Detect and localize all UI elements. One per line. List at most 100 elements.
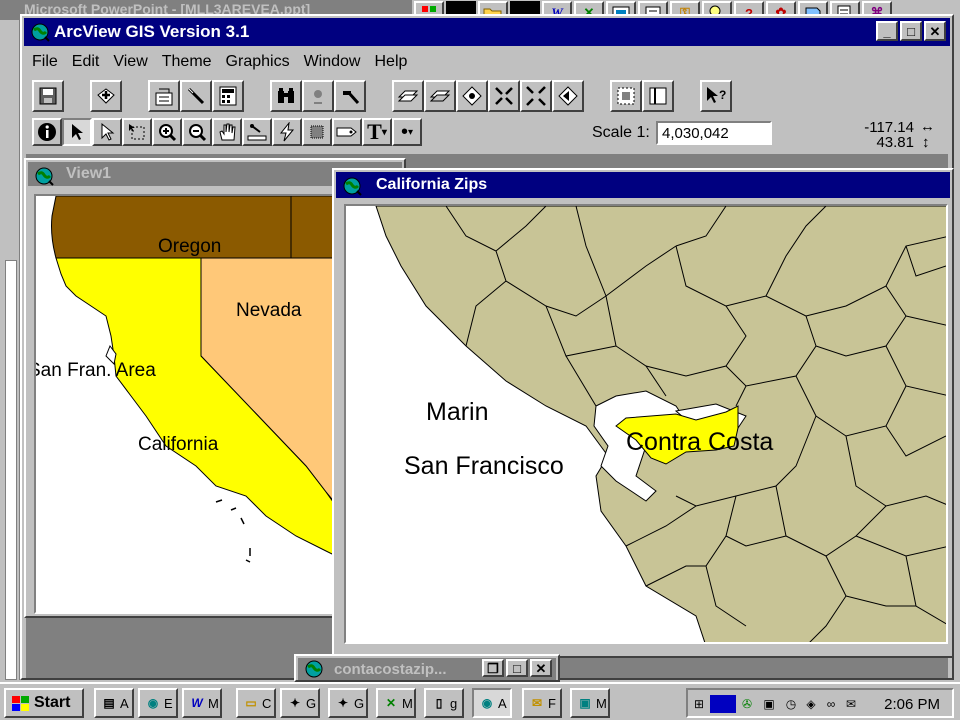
minimize-button[interactable]: _ [876, 21, 898, 41]
maximize-button[interactable]: □ [506, 659, 528, 677]
select-all-button[interactable] [392, 80, 424, 112]
locate-address-button[interactable] [302, 80, 334, 112]
western-states-map [51, 196, 342, 563]
system-tray: ⊞ ✇ ▣ ◷ ◈ ∞ ✉ 2:06 PM [686, 688, 954, 718]
close-button[interactable]: ✕ [924, 21, 946, 41]
taskbar-button-1[interactable]: ▤ A [94, 688, 134, 718]
notepad-icon: ▤ [103, 696, 115, 710]
program-icon: ✦ [289, 696, 301, 710]
display-icon[interactable] [710, 695, 736, 713]
california-zips-title-text: California Zips [376, 176, 488, 193]
link-icon[interactable]: ∞ [822, 695, 840, 713]
vertical-arrows-icon: ↕ [922, 134, 930, 151]
menu-file[interactable]: File [26, 53, 66, 71]
context-help-button[interactable]: ? [700, 80, 732, 112]
edit-legend-button[interactable] [180, 80, 212, 112]
speaker-icon[interactable]: ◈ [802, 695, 820, 713]
envelope-icon[interactable]: ✉ [842, 695, 860, 713]
taskbar-button-4[interactable]: ▭ C [236, 688, 276, 718]
create-layout-button[interactable] [610, 80, 642, 112]
layers-clear-icon [429, 90, 451, 102]
menu-graphics[interactable]: Graphics [220, 53, 298, 71]
pointer-tool[interactable] [62, 118, 92, 146]
select-feature-tool[interactable] [122, 118, 152, 146]
sf-area-label: San Fran. Area [34, 360, 156, 381]
y-coordinate-readout: 43.81 [876, 134, 914, 151]
restore-button[interactable]: ❐ [482, 659, 504, 677]
hotlink-tool[interactable] [272, 118, 302, 146]
taskbar-button-9-active[interactable]: ◉ A [472, 688, 512, 718]
scale-input[interactable] [656, 121, 772, 145]
label-tool[interactable] [332, 118, 362, 146]
taskbar-button-5[interactable]: ✦ G [280, 688, 320, 718]
excel-icon: ✕ [385, 696, 397, 710]
area-of-interest-tool[interactable] [302, 118, 332, 146]
arcview-titlebar[interactable]: ArcView GIS Version 3.1 _ □ ✕ [24, 18, 950, 46]
identify-tool[interactable] [32, 118, 62, 146]
select-none-button[interactable] [424, 80, 456, 112]
vertical-ruler [5, 260, 17, 680]
scale-label: Scale 1: [592, 124, 650, 141]
california-label: California [138, 434, 219, 455]
select-box-icon [129, 124, 145, 140]
zoom-out-button[interactable] [520, 80, 552, 112]
help-cursor-icon: ? [707, 87, 726, 103]
save-project-button[interactable] [32, 80, 64, 112]
view1-title-text: View1 [66, 165, 112, 182]
theme-properties-button[interactable] [148, 80, 180, 112]
marin-label: Marin [426, 398, 489, 426]
scheduler-icon[interactable]: ✇ [738, 695, 756, 713]
start-button[interactable]: Start [4, 688, 84, 718]
zoom-in-button[interactable] [488, 80, 520, 112]
dropdown-arrow-icon: ▾ [381, 126, 387, 138]
clock-tray-icon[interactable]: ◷ [782, 695, 800, 713]
california-zips-titlebar[interactable]: California Zips [336, 172, 950, 198]
dropdown-arrow-icon: ▾ [407, 126, 414, 138]
california-zips-map-display[interactable]: Marin San Francisco Contra Costa [344, 204, 948, 644]
taskbar-button-8[interactable]: ▯ g [424, 688, 464, 718]
taskbar-button-6[interactable]: ✦ G [328, 688, 368, 718]
taskbar-button-2[interactable]: ◉ E [138, 688, 178, 718]
clock: 2:06 PM [884, 696, 940, 713]
back-arrow-icon [558, 86, 578, 106]
info-icon [38, 123, 56, 141]
taskbar-button-11[interactable]: ▣ M [570, 688, 610, 718]
pan-tool[interactable] [212, 118, 242, 146]
zoom-previous-button[interactable] [552, 80, 584, 112]
menu-window[interactable]: Window [298, 53, 369, 71]
close-button[interactable]: ✕ [530, 659, 552, 677]
measure-icon [247, 124, 267, 141]
program-icon: ✦ [337, 696, 349, 710]
menu-view[interactable]: View [107, 53, 155, 71]
menu-help[interactable]: Help [368, 53, 415, 71]
zoom-to-selected-button[interactable] [456, 80, 488, 112]
zoom-out-tool[interactable] [182, 118, 212, 146]
menu-theme[interactable]: Theme [156, 53, 220, 71]
taskbar-button-7[interactable]: ✕ M [376, 688, 416, 718]
zoom-in-tool[interactable] [152, 118, 182, 146]
taskbar-button-3[interactable]: WM [182, 688, 222, 718]
show-tabs-button[interactable] [642, 80, 674, 112]
hollow-arrow-icon [101, 122, 115, 141]
nevada-label: Nevada [236, 300, 302, 321]
windows-logo-icon [12, 696, 29, 711]
menu-edit[interactable]: Edit [66, 53, 108, 71]
minimized-table-window[interactable]: contacostazip... ❐ □ ✕ [294, 654, 560, 682]
view1-map-display[interactable]: Oregon Nevada San Fran. Area California [34, 194, 344, 614]
text-tool[interactable]: T ▾ [362, 118, 392, 146]
network-icon[interactable]: ⊞ [690, 695, 708, 713]
find-button[interactable] [270, 80, 302, 112]
vertex-edit-tool[interactable] [92, 118, 122, 146]
open-table-button[interactable] [212, 80, 244, 112]
table-globe-icon [305, 660, 323, 678]
maximize-button[interactable]: □ [900, 21, 922, 41]
floppy-disk-icon [39, 87, 57, 105]
minimized-table-titlebar[interactable]: contacostazip... ❐ □ ✕ [298, 658, 556, 680]
monitor-tray-icon[interactable]: ▣ [760, 695, 778, 713]
add-theme-button[interactable] [90, 80, 122, 112]
draw-point-tool[interactable]: • ▾ [392, 118, 422, 146]
taskbar-button-10[interactable]: ✉ F [522, 688, 562, 718]
measure-tool[interactable] [242, 118, 272, 146]
query-builder-button[interactable] [334, 80, 366, 112]
word-icon: W [191, 696, 203, 710]
